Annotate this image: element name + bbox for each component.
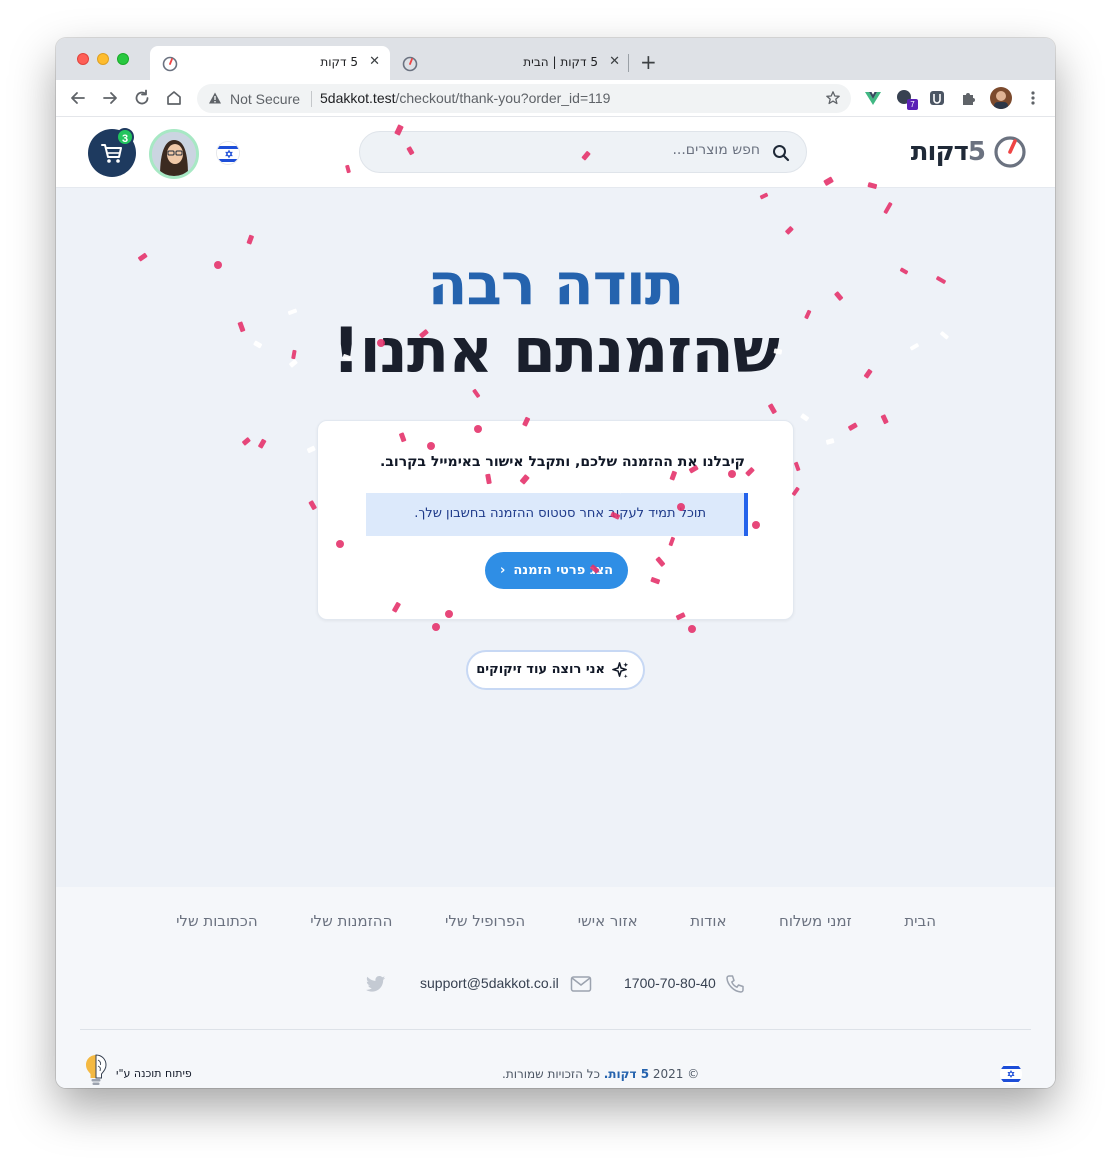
tab-strip: 5 דקות ✕ 5 דקות | הבית ✕ + <box>56 38 1055 80</box>
copyright-text: © 2021 5 דקות. כל הזכויות שמורות. <box>502 1067 699 1081</box>
thank-you-heading: תודה רבה שהזמנתם אתנו! <box>56 252 1055 386</box>
footer-link-about[interactable]: אודות <box>690 912 726 930</box>
user-avatar[interactable] <box>149 129 199 179</box>
footer-link-my-profile[interactable]: הפרופיל שלי <box>445 912 525 930</box>
password-manager-icon[interactable] <box>928 89 946 107</box>
extension-icon-7[interactable]: 7 <box>896 89 918 110</box>
footer-link-my-addresses[interactable]: הכתובות שלי <box>176 912 258 930</box>
browser-toolbar: Not Secure 5dakkot.test/checkout/thank-y… <box>56 80 1055 117</box>
tab-home[interactable]: 5 דקות | הבית ✕ <box>390 46 630 80</box>
forward-arrow-icon[interactable] <box>100 88 120 108</box>
close-tab-icon[interactable]: ✕ <box>609 54 620 69</box>
more-confetti-button[interactable]: אני רוצה עוד זיקוקים <box>466 650 645 690</box>
footer-link-my-orders[interactable]: ההזמנות שלי <box>310 912 392 930</box>
maximize-window-button[interactable] <box>117 53 129 65</box>
extension-badge: 7 <box>907 99 918 110</box>
security-label[interactable]: Not Secure <box>230 91 300 107</box>
footer-email[interactable]: support@5dakkot.co.il <box>420 975 559 991</box>
order-status-info: תוכל תמיד לעקוב אחר סטטוס ההזמנה בחשבון … <box>366 493 748 536</box>
back-arrow-icon[interactable] <box>68 88 88 108</box>
footer-link-delivery-times[interactable]: זמני משלוח <box>779 912 852 930</box>
close-tab-icon[interactable]: ✕ <box>369 54 380 69</box>
close-window-button[interactable] <box>77 53 89 65</box>
new-tab-button[interactable]: + <box>640 50 657 74</box>
tab-separator <box>628 54 629 72</box>
footer-flag-icon <box>1000 1063 1022 1085</box>
more-confetti-label: אני רוצה עוד זיקוקים <box>476 662 605 677</box>
stopwatch-logo-icon <box>994 136 1026 168</box>
warning-icon <box>209 92 221 104</box>
site-favicon-icon <box>402 56 418 72</box>
bookmark-star-icon[interactable] <box>825 90 841 106</box>
phone-icon <box>726 975 744 993</box>
extensions-puzzle-icon[interactable] <box>960 89 978 107</box>
hero-line-2: שהזמנתם אתנו! <box>332 314 780 387</box>
address-bar[interactable]: Not Secure 5dakkot.test/checkout/thank-y… <box>197 84 851 113</box>
footer-divider <box>80 1029 1031 1030</box>
chevron-left-icon: ‹ <box>499 563 506 578</box>
site-favicon-icon <box>162 56 178 72</box>
sparkles-icon <box>612 662 629 679</box>
search-icon[interactable] <box>772 144 790 162</box>
footer-navigation: הבית זמני משלוח אודות אזור אישי הפרופיל … <box>176 912 936 930</box>
confetti-particles <box>137 124 949 633</box>
site-logo[interactable]: 5דקות <box>911 135 1027 169</box>
minimize-window-button[interactable] <box>97 53 109 65</box>
url-separator <box>311 91 312 107</box>
copyright-year: © 2021 <box>652 1067 700 1081</box>
tab-thank-you[interactable]: 5 דקות ✕ <box>150 46 390 80</box>
order-confirmation-card: קיבלנו את ההזמנה שלכם, ותקבל אישור באימי… <box>317 420 794 620</box>
tab-title: 5 דקות <box>320 55 358 69</box>
search-input[interactable] <box>400 142 760 158</box>
developed-by-label: פיתוח תוכנה ע"י <box>116 1067 192 1080</box>
logo-word: דקות <box>910 137 969 167</box>
hero-line-1: תודה רבה <box>427 250 685 318</box>
vue-devtools-icon[interactable] <box>864 89 882 107</box>
page-content: 5דקות חפש מוצרים... 3 תודה רבה שהזמנתם א… <box>56 117 1055 1088</box>
lightbulb-brain-logo-icon[interactable] <box>83 1053 109 1088</box>
copyright-rights: כל הזכויות שמורות. <box>502 1067 600 1081</box>
confirmation-message: קיבלנו את ההזמנה שלכם, ותקבל אישור באימי… <box>380 454 745 470</box>
view-order-details-button[interactable]: הצג פרטי הזמנה ‹ <box>485 552 628 589</box>
logo-text: 5דקות <box>910 137 986 167</box>
logo-number: 5 <box>967 137 986 167</box>
url-path: /checkout/thank-you?order_id=119 <box>395 90 611 106</box>
browser-window: 5 דקות ✕ 5 דקות | הבית ✕ + Not Secure 5d… <box>56 38 1055 1088</box>
browser-menu-icon[interactable] <box>1026 89 1040 107</box>
twitter-icon[interactable] <box>366 975 386 993</box>
tab-title: 5 דקות | הבית <box>523 55 598 69</box>
profile-avatar[interactable] <box>990 87 1012 109</box>
cart-count-badge: 3 <box>116 128 134 146</box>
reload-icon[interactable] <box>132 88 152 108</box>
footer-phone[interactable]: 1700-70-80-40 <box>624 975 716 991</box>
search-bar <box>359 131 807 173</box>
url-text[interactable]: 5dakkot.test/checkout/thank-you?order_id… <box>320 90 610 106</box>
site-footer: הבית זמני משלוח אודות אזור אישי הפרופיל … <box>56 887 1055 1088</box>
email-icon <box>570 976 592 992</box>
language-flag-icon[interactable] <box>216 141 240 165</box>
site-header: 5דקות חפש מוצרים... 3 <box>56 117 1055 188</box>
view-order-details-label: הצג פרטי הזמנה <box>513 563 614 578</box>
home-icon[interactable] <box>164 88 184 108</box>
copyright-brand: 5 דקות. <box>603 1067 650 1081</box>
footer-link-home[interactable]: הבית <box>904 912 936 930</box>
footer-link-personal-area[interactable]: אזור אישי <box>578 912 638 930</box>
url-host: 5dakkot.test <box>320 90 396 106</box>
order-status-info-text: תוכל תמיד לעקוב אחר סטטוס ההזמנה בחשבון … <box>414 506 706 521</box>
